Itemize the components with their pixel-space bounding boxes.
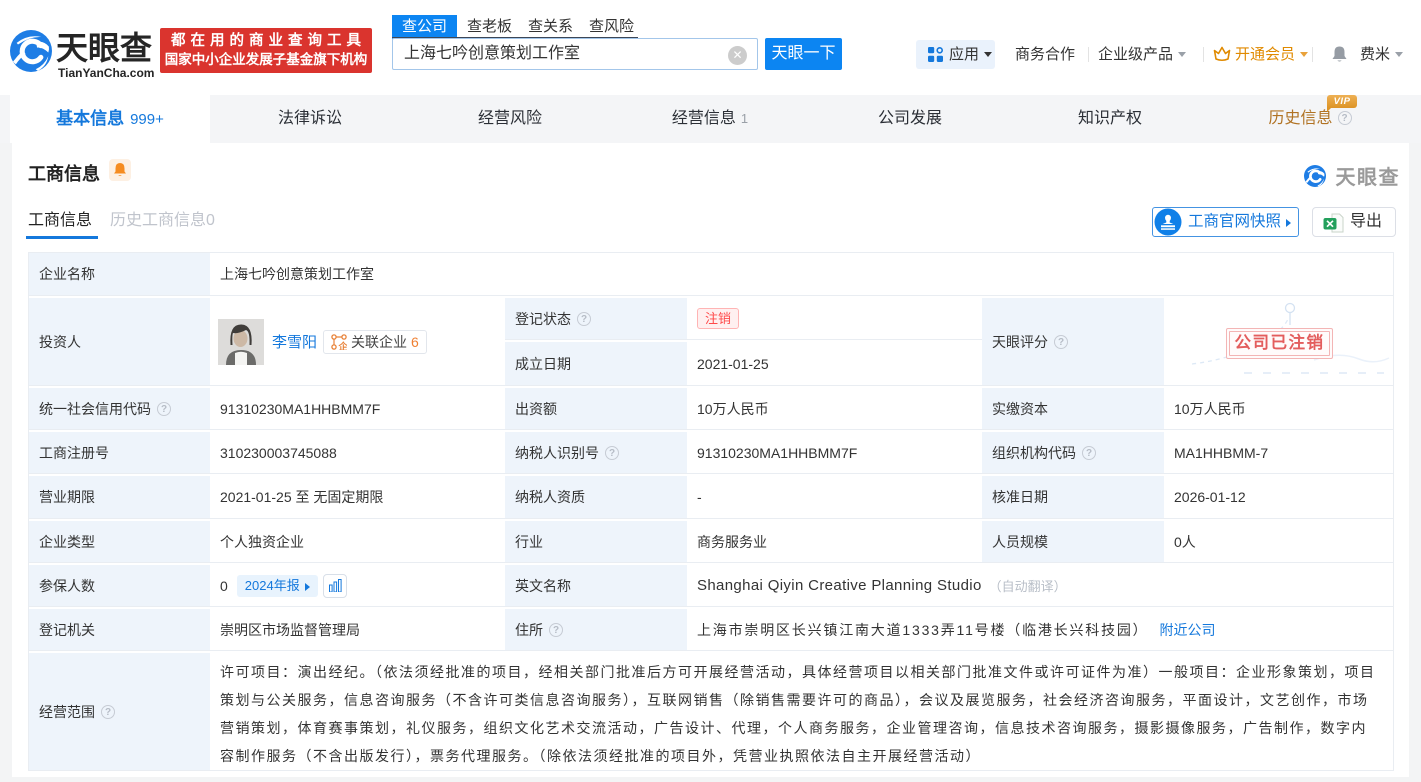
svg-text:企: 企	[338, 341, 348, 350]
